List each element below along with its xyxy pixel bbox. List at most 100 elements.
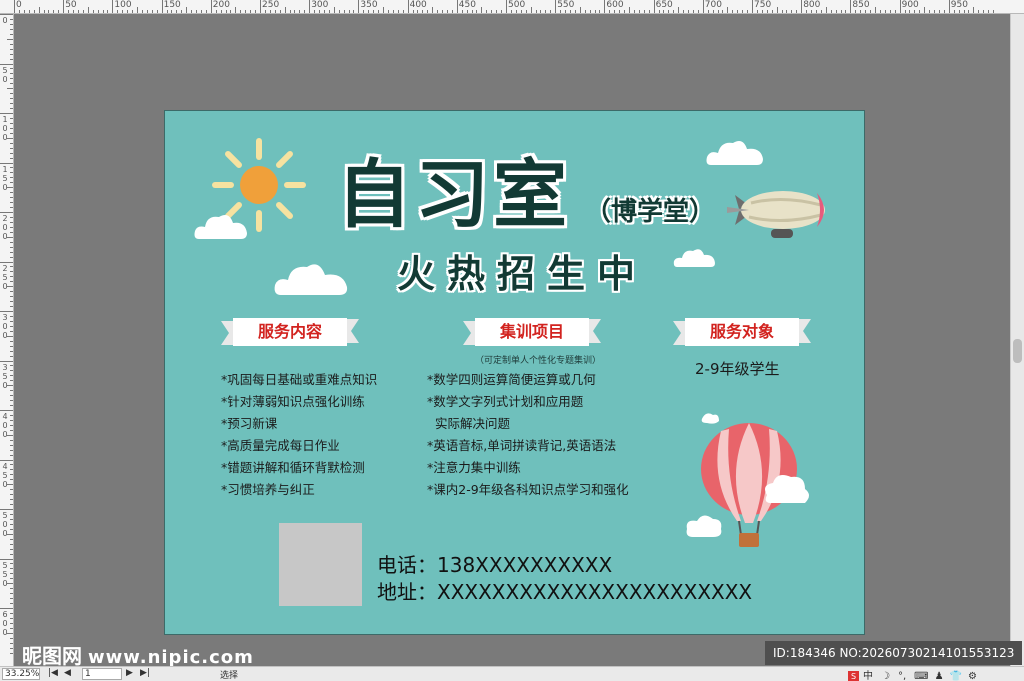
ruler-tick — [146, 10, 148, 13]
ruler-tick — [87, 7, 89, 13]
page-nav-last-icon[interactable]: ▶| — [140, 668, 150, 678]
ruler-tick — [10, 18, 13, 20]
ruler-tick — [653, 0, 655, 13]
scrollbar-thumb[interactable] — [1013, 339, 1022, 363]
ruler-tick — [560, 10, 562, 13]
ruler-tick — [525, 10, 527, 13]
ruler-tick — [456, 0, 458, 13]
ruler-tick — [181, 10, 183, 13]
ruler-tick — [10, 172, 13, 174]
watermark-brand-name: 昵图网 — [22, 644, 82, 668]
ruler-tick — [10, 395, 13, 397]
ruler-tick — [225, 10, 227, 13]
ruler-tick — [82, 10, 84, 13]
ruler-tick — [7, 187, 13, 189]
ruler-tick — [10, 83, 13, 85]
ruler-tick — [919, 10, 921, 13]
page-title: 自习室 — [337, 152, 571, 238]
ruler-tick — [10, 355, 13, 357]
ruler-tick — [383, 7, 384, 13]
cloud-icon — [673, 249, 715, 267]
hot-air-balloon-icon — [686, 413, 809, 547]
ime-settings-icon[interactable]: ⚙ — [968, 671, 977, 681]
ruler-tick — [506, 0, 507, 13]
ruler-tick — [747, 10, 749, 13]
ime-chinese-toggle[interactable]: 中 — [863, 671, 873, 681]
ruler-tick — [10, 563, 13, 565]
ruler-tick — [191, 10, 193, 13]
ruler-top-label: 950 — [950, 0, 968, 10]
zoom-field[interactable]: 33.25% — [2, 668, 40, 680]
ruler-tick — [269, 10, 271, 13]
ime-toolbar: S 中 ☽ °, ⌨ ♟ 👕 ⚙ — [848, 667, 977, 681]
ribbon-service-content: 服务内容 — [221, 315, 359, 349]
ime-punct-icon[interactable]: °, — [898, 671, 906, 681]
page-nav-next-icon[interactable]: ▶ — [126, 668, 133, 678]
ruler-tick — [10, 147, 13, 149]
ruler-tick — [0, 608, 13, 609]
ruler-tick — [171, 10, 173, 13]
ruler-tick — [855, 10, 857, 13]
page-nav-prev-icon[interactable]: ◀ — [64, 668, 71, 678]
ruler-tick — [10, 622, 13, 624]
ruler-tick — [338, 10, 340, 13]
ime-user-icon[interactable]: ♟ — [935, 671, 944, 681]
current-tool: 选择 — [220, 671, 239, 681]
ruler-tick — [260, 0, 261, 13]
ruler-tick — [569, 10, 571, 13]
vertical-scrollbar[interactable] — [1010, 14, 1024, 666]
ruler-tick — [638, 10, 640, 13]
ruler-tick — [446, 10, 448, 13]
list-item: *针对薄弱知识点强化训练 — [221, 394, 365, 409]
ruler-tick — [402, 10, 404, 13]
page-field[interactable]: 1 — [82, 668, 122, 680]
ruler-tick — [166, 10, 168, 13]
ruler-tick — [776, 7, 778, 13]
ruler-tick — [10, 523, 13, 525]
ruler-tick — [10, 48, 13, 50]
ruler-tick — [397, 10, 399, 13]
ruler-tick — [107, 10, 109, 13]
ruler-tick — [943, 10, 945, 13]
ribbon-audience: 服务对象 — [673, 315, 811, 349]
page-nav-first-icon[interactable]: |◀ — [48, 668, 58, 678]
ruler-tick — [963, 10, 965, 13]
ruler-tick — [412, 10, 414, 13]
ruler-tick — [10, 390, 13, 392]
ruler-tick — [771, 10, 773, 13]
horizontal-ruler[interactable]: 0 50 100 150 200 250 300 350 400 450 500 550 600 650 7… — [0, 0, 1024, 14]
ime-skin-icon[interactable]: 👕 — [950, 671, 962, 681]
ruler-top-label: 300 — [311, 0, 329, 10]
ruler-tick — [200, 10, 202, 13]
ruler-tick — [510, 10, 512, 13]
ime-logo-icon[interactable]: S — [848, 671, 859, 681]
vertical-ruler[interactable]: 05 01 0 01 5 02 0 02 5 03 0 03 5 04 0 04… — [0, 14, 14, 666]
ruler-tick — [688, 10, 690, 13]
ruler-tick — [10, 177, 13, 179]
ruler-tick — [7, 484, 13, 486]
ruler-tick — [614, 10, 616, 13]
ruler-tick — [235, 7, 237, 13]
ruler-tick — [958, 10, 960, 13]
ribbon-label: 服务对象 — [709, 322, 774, 341]
ime-moon-icon[interactable]: ☽ — [881, 671, 890, 681]
ruler-tick — [476, 10, 478, 13]
ruler-tick — [10, 68, 13, 70]
ruler-tick — [230, 10, 232, 13]
ruler-tick — [461, 10, 463, 13]
ruler-tick — [938, 10, 940, 13]
ruler-tick — [97, 10, 99, 13]
ruler-top-label: 800 — [803, 0, 821, 10]
ruler-tick — [697, 10, 699, 13]
ruler-tick — [717, 10, 719, 13]
watermark-id: ID:184346 NO:20260730214101553123 — [765, 641, 1023, 665]
ruler-tick — [491, 10, 493, 13]
ruler-tick — [732, 10, 734, 13]
cloud-icon — [706, 141, 763, 165]
ruler-tick — [10, 469, 13, 471]
ruler-tick — [953, 10, 955, 13]
ruler-tick — [10, 370, 13, 372]
ruler-tick — [132, 10, 134, 13]
ime-keyboard-icon[interactable]: ⌨ — [914, 671, 928, 681]
ruler-tick — [10, 617, 13, 619]
